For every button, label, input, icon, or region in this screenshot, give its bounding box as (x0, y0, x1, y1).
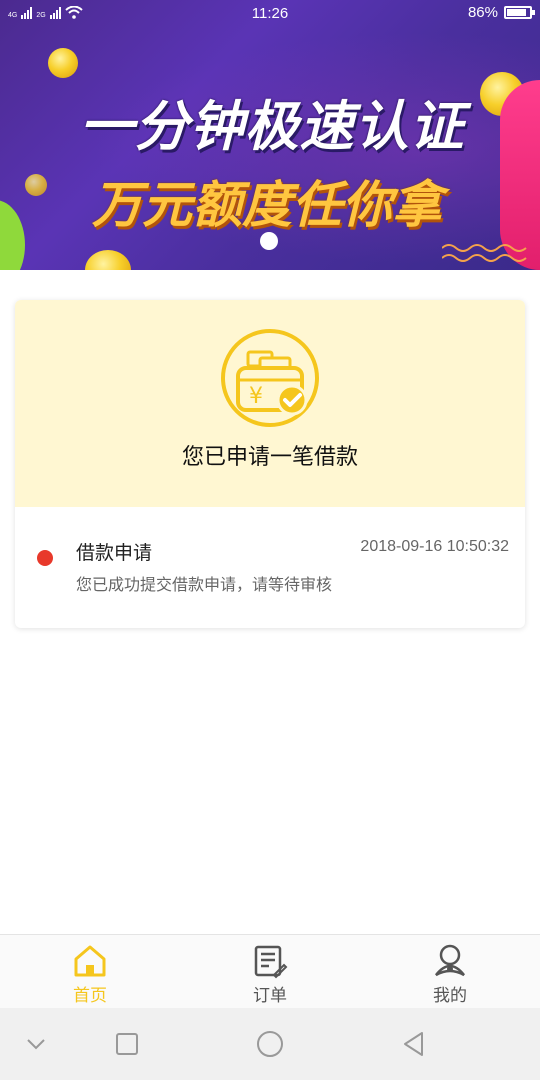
carousel-indicator[interactable] (260, 232, 278, 250)
clock: 11:26 (251, 5, 289, 22)
timeline-description: 您已成功提交借款申请，请等待审核 (76, 575, 333, 594)
svg-text:¥: ¥ (249, 384, 263, 409)
tab-profile[interactable]: 我的 (390, 935, 510, 1009)
timeline-timestamp: 2018-09-16 10:50:32 (360, 538, 509, 555)
status-dot (37, 550, 53, 566)
banner-subline: 万元额度任你拿 (92, 176, 442, 234)
bottom-tab-bar: 首页 订单 我的 (0, 934, 540, 1008)
home-icon (74, 945, 106, 977)
promo-banner[interactable]: 一分钟极速认证 万元额度任你拿 (0, 0, 540, 270)
tab-orders[interactable]: 订单 (210, 935, 330, 1009)
chevron-down-icon[interactable] (18, 1026, 54, 1062)
card-header: ¥ 您已申请一笔借款 (15, 300, 525, 507)
coin-decoration (25, 174, 47, 196)
timeline-title: 借款申请 (76, 542, 153, 564)
application-status-title: 您已申请一笔借款 (181, 445, 358, 470)
wave-decoration (442, 244, 527, 262)
home-circle-icon[interactable] (252, 1026, 288, 1062)
status-bar: 4G 2G 11:26 86% (0, 0, 540, 28)
orders-icon (254, 945, 288, 979)
back-icon[interactable] (396, 1026, 432, 1062)
tab-profile-label: 我的 (433, 986, 467, 1006)
coin-decoration (48, 48, 78, 78)
recent-apps-icon[interactable] (109, 1026, 145, 1062)
battery-icon (504, 6, 535, 19)
loan-status-card: ¥ 您已申请一笔借款 借款申请 2018-09-16 10:50:32 您已成功… (15, 300, 525, 628)
banner-headline: 一分钟极速认证 (79, 95, 465, 158)
wallet-check-icon: ¥ (221, 329, 319, 427)
system-navigation-bar (0, 1008, 540, 1080)
battery-percent: 86% (467, 4, 498, 21)
battery-area: 86% (467, 4, 535, 21)
tab-home[interactable]: 首页 (30, 935, 150, 1009)
tab-home-label: 首页 (73, 986, 107, 1006)
tab-orders-label: 订单 (253, 986, 287, 1006)
profile-icon (435, 944, 465, 977)
